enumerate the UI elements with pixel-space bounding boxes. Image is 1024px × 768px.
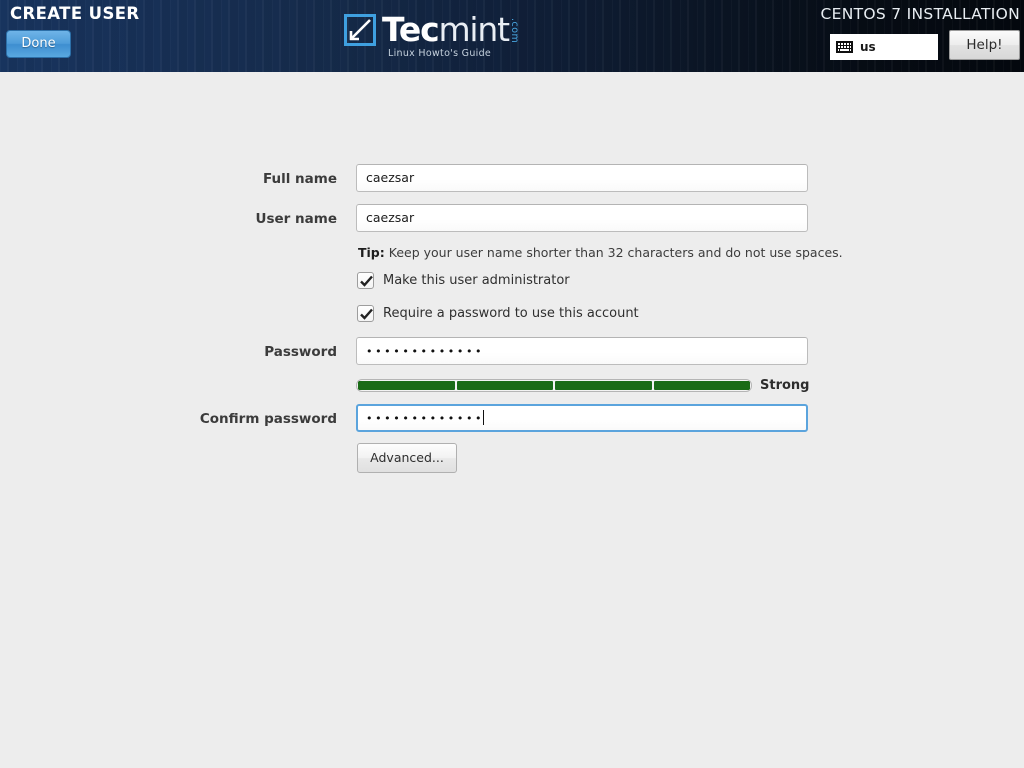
full-name-input[interactable]: caezsar — [356, 164, 808, 192]
strength-segment — [456, 381, 553, 390]
tip-text: Keep your user name shorter than 32 char… — [384, 245, 843, 260]
user-name-input[interactable]: caezsar — [356, 204, 808, 232]
make-administrator-label: Make this user administrator — [383, 273, 570, 288]
done-button[interactable]: Done — [6, 30, 71, 58]
keyboard-layout-label: us — [860, 40, 876, 54]
installation-title: CENTOS 7 INSTALLATION — [820, 5, 1020, 23]
tip-prefix: Tip: — [358, 245, 385, 260]
password-input[interactable]: ••••••••••••• — [356, 337, 808, 365]
keyboard-icon — [836, 41, 853, 53]
password-label: Password — [264, 344, 337, 360]
help-button[interactable]: Help! — [949, 30, 1020, 60]
require-password-checkbox[interactable] — [357, 305, 374, 322]
confirm-password-input[interactable]: ••••••••••••• — [356, 404, 808, 432]
logo-text-dotcom: .com — [509, 18, 520, 44]
installer-header: CREATE USER Done Tecmint .com Linux Howt… — [0, 0, 1024, 72]
logo-tagline: Linux Howto's Guide — [388, 48, 492, 59]
keyboard-layout-indicator[interactable]: us — [830, 34, 938, 60]
make-administrator-checkbox-row[interactable]: Make this user administrator — [357, 272, 570, 289]
tecmint-logo: Tecmint .com Linux Howto's Guide — [344, 10, 540, 60]
strength-segment — [555, 381, 652, 390]
password-strength-label: Strong — [760, 378, 810, 393]
page-title: CREATE USER — [10, 4, 140, 23]
require-password-label: Require a password to use this account — [383, 306, 639, 321]
create-user-form: Full name caezsar User name caezsar Tip:… — [0, 72, 1024, 768]
checkmark-icon — [360, 308, 373, 320]
logo-text-tec: Tec — [382, 10, 440, 49]
full-name-label: Full name — [262, 171, 337, 187]
password-strength-meter — [356, 379, 752, 392]
checkmark-icon — [360, 275, 373, 287]
tecmint-logo-mark — [344, 14, 376, 46]
user-name-label: User name — [255, 211, 337, 227]
strength-segment — [358, 381, 455, 390]
user-name-tip: Tip: Keep your user name shorter than 32… — [358, 245, 843, 260]
logo-text-mint: mint — [438, 10, 510, 49]
text-cursor — [483, 410, 485, 425]
strength-segment — [653, 381, 750, 390]
confirm-password-label: Confirm password — [199, 411, 337, 427]
require-password-checkbox-row[interactable]: Require a password to use this account — [357, 305, 639, 322]
password-value: ••••••••••••• — [366, 345, 485, 358]
make-administrator-checkbox[interactable] — [357, 272, 374, 289]
advanced-button[interactable]: Advanced... — [357, 443, 457, 473]
tecmint-wordmark: Tecmint — [382, 10, 510, 49]
confirm-password-value: ••••••••••••• — [366, 412, 485, 425]
